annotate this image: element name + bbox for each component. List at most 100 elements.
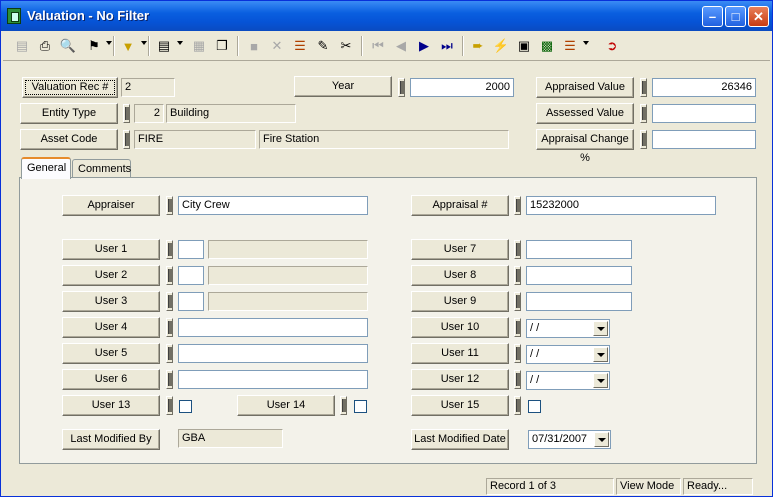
user3-code-field[interactable] [178,292,204,311]
user12-button[interactable]: User 12 [411,369,509,390]
appraiser-grip[interactable] [166,196,173,215]
next-record-icon[interactable]: ▶ [413,35,435,57]
books-icon[interactable]: ☰ [289,35,311,57]
first-record-icon[interactable]: ⏮ [367,35,389,57]
user11-grip[interactable] [514,344,521,363]
user13-checkbox[interactable] [179,400,192,413]
chevron-down-icon[interactable] [594,432,609,447]
zoom-icon[interactable]: ▣ [513,35,535,57]
user9-field[interactable] [526,292,632,311]
user8-grip[interactable] [514,266,521,285]
find-icon[interactable]: ⚑ [83,35,105,57]
user6-grip[interactable] [166,370,173,389]
appraiser-field[interactable]: City Crew [178,196,368,215]
year-field[interactable]: 2000 [410,78,514,97]
edit-pencil-icon[interactable]: ✎ [312,35,334,57]
user4-button[interactable]: User 4 [62,317,160,338]
minimize-button[interactable]: – [702,6,723,27]
tab-general[interactable]: General [21,157,71,179]
user3-button[interactable]: User 3 [62,291,160,312]
user11-button[interactable]: User 11 [411,343,509,364]
user10-date-select[interactable]: / / [526,319,610,338]
user5-field[interactable] [178,344,368,363]
last-record-icon[interactable]: ⏭ [436,35,458,57]
entity-type-button[interactable]: Entity Type [20,103,118,124]
chevron-down-icon[interactable] [593,321,608,336]
close-button[interactable]: ✕ [748,6,769,27]
user12-date-select[interactable]: / / [526,371,610,390]
user4-field[interactable] [178,318,368,337]
report-icon[interactable]: ▤ [153,35,175,57]
print-preview-icon[interactable]: 🔍 [57,35,79,57]
user7-button[interactable]: User 7 [411,239,509,260]
asset-code-lookup-grip[interactable] [123,130,130,149]
user8-button[interactable]: User 8 [411,265,509,286]
valuation-rec-button[interactable]: Valuation Rec # [22,77,118,98]
user12-grip[interactable] [514,370,521,389]
exit-icon[interactable]: ➲ [601,35,623,57]
chevron-down-icon[interactable] [593,373,608,388]
user14-button[interactable]: User 14 [237,395,335,416]
filter-dropdown-icon[interactable] [141,41,147,45]
save-icon[interactable]: ■ [243,35,265,57]
delete-icon[interactable]: ✕ [266,35,288,57]
user15-grip[interactable] [514,396,521,415]
user13-grip[interactable] [166,396,173,415]
tab-comments[interactable]: Comments [72,159,131,179]
asset-code-button[interactable]: Asset Code [20,129,118,150]
last-modified-date-button[interactable]: Last Modified Date [411,429,509,450]
appraisal-change-grip[interactable] [640,130,647,149]
assessed-value-grip[interactable] [640,104,647,123]
goto-arrow-icon[interactable]: ➨ [467,35,489,57]
user9-button[interactable]: User 9 [411,291,509,312]
appraised-value-button[interactable]: Appraised Value [536,77,634,98]
last-modified-by-button[interactable]: Last Modified By [62,429,160,450]
user1-button[interactable]: User 1 [62,239,160,260]
maximize-button[interactable]: □ [725,6,746,27]
lightning-icon[interactable]: ⚡ [490,35,512,57]
user1-grip[interactable] [166,240,173,259]
user2-button[interactable]: User 2 [62,265,160,286]
user6-field[interactable] [178,370,368,389]
user1-code-field[interactable] [178,240,204,259]
user10-grip[interactable] [514,318,521,337]
user15-checkbox[interactable] [528,400,541,413]
user2-grip[interactable] [166,266,173,285]
calculator-icon[interactable]: ▩ [536,35,558,57]
year-lookup-grip[interactable] [398,78,405,97]
library-icon[interactable]: ☰ [559,35,581,57]
assessed-value-button[interactable]: Assessed Value [536,103,634,124]
user6-button[interactable]: User 6 [62,369,160,390]
appraiser-button[interactable]: Appraiser [62,195,160,216]
filter-icon[interactable]: ▼ [117,35,139,57]
previous-record-icon[interactable]: ◀ [390,35,412,57]
user3-grip[interactable] [166,292,173,311]
user5-button[interactable]: User 5 [62,343,160,364]
appraised-value-field[interactable]: 26346 [652,78,756,97]
appraisal-number-field[interactable]: 15232000 [526,196,716,215]
appraisal-change-field[interactable] [652,130,756,149]
appraised-value-grip[interactable] [640,78,647,97]
user2-code-field[interactable] [178,266,204,285]
export-icon[interactable]: ▦ [188,35,210,57]
year-button[interactable]: Year [294,76,392,97]
chevron-down-icon[interactable] [593,347,608,362]
user15-button[interactable]: User 15 [411,395,509,416]
title-bar[interactable]: Valuation - No Filter – □ ✕ [1,1,772,31]
appraisal-number-button[interactable]: Appraisal # [411,195,509,216]
assessed-value-field[interactable] [652,104,756,123]
user4-grip[interactable] [166,318,173,337]
print-icon[interactable]: ⎙ [34,35,56,57]
appraisal-number-grip[interactable] [514,196,521,215]
user14-checkbox[interactable] [354,400,367,413]
user8-field[interactable] [526,266,632,285]
last-modified-date-select[interactable]: 07/31/2007 [528,430,611,449]
report-dropdown-icon[interactable] [177,41,183,45]
user7-field[interactable] [526,240,632,259]
copy-icon[interactable]: ❐ [211,35,233,57]
user7-grip[interactable] [514,240,521,259]
appraisal-change-button[interactable]: Appraisal Change % [536,129,634,164]
new-record-icon[interactable]: ▤ [11,35,33,57]
user14-grip[interactable] [340,396,347,415]
find-dropdown-icon[interactable] [106,41,112,45]
